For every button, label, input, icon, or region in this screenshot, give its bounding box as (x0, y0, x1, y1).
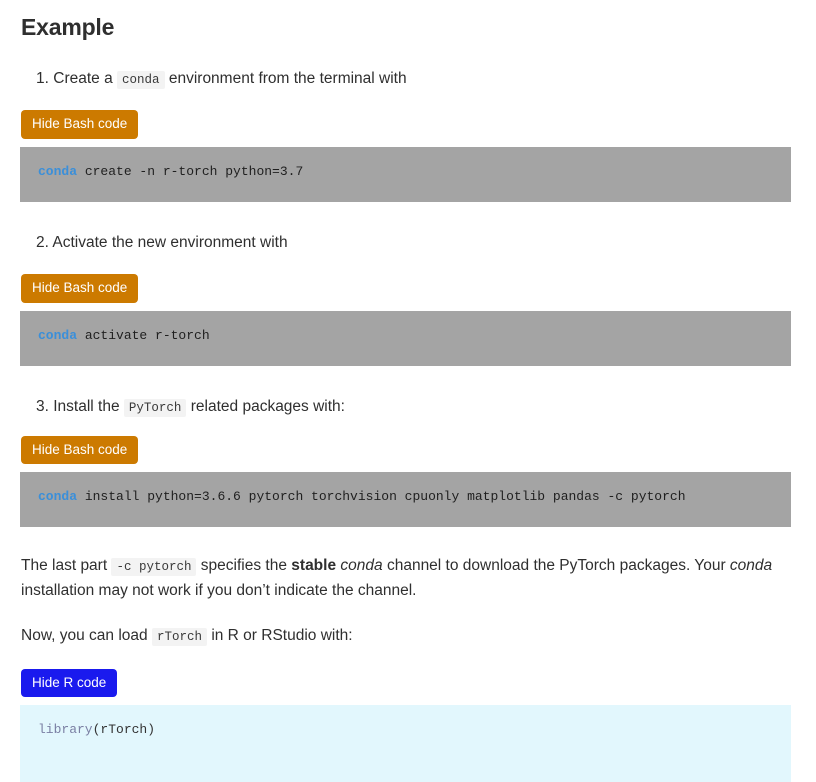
step-3-number: 3. (36, 397, 49, 415)
load-text-1: Now, you can load (21, 627, 148, 645)
step-3-text-before: Install the (53, 397, 120, 415)
bash-code-block-1: conda create -n r-torch python=3.7 (20, 146, 791, 202)
step-1-text: 1. Create a conda environment from the t… (0, 67, 816, 90)
list-item: 1. Create a conda environment from the t… (0, 67, 816, 90)
code-body: install python=3.6.6 pytorch torchvision… (77, 489, 686, 505)
r-code-block: library(rTorch) (20, 705, 791, 782)
hide-bash-code-button-2[interactable]: Hide Bash code (21, 274, 139, 303)
step-2-number: 2. (36, 233, 49, 251)
channel-text-3: channel to download the PyTorch packages… (386, 557, 726, 575)
step-3-text-after: related packages with: (190, 397, 345, 415)
code-keyword: conda (38, 327, 78, 343)
load-inline-code: rTorch (151, 628, 207, 647)
step-3-inline-code: PyTorch (123, 398, 187, 417)
step-1-inline-code: conda (117, 71, 165, 89)
bash-code-block-3: conda install python=3.6.6 pytorch torch… (20, 472, 791, 528)
code-keyword: conda (38, 163, 78, 179)
step-1-number: 1. (36, 70, 49, 87)
step-3-text: 3. Install the PyTorch related packages … (0, 395, 816, 418)
load-text-2: in R or RStudio with: (211, 627, 353, 645)
list-item: 2. Activate the new environment with (0, 231, 816, 254)
code-keyword: conda (38, 489, 78, 505)
document-page: Example 1. Create a conda environment fr… (0, 0, 816, 782)
channel-inline-code: -c pytorch (111, 558, 197, 577)
bash-code-block-2: conda activate r-torch (20, 310, 791, 366)
page-title: Example (21, 14, 115, 40)
channel-italic-conda-2: conda (729, 557, 773, 575)
channel-text-1: The last part (21, 557, 108, 575)
step-1-text-before: Create a (53, 70, 113, 87)
code-body: create -n r-torch python=3.7 (77, 163, 304, 179)
load-paragraph: Now, you can load rTorch in R or RStudio… (0, 623, 816, 648)
code-keyword: library (38, 722, 93, 738)
channel-italic-conda-1: conda (340, 557, 383, 575)
list-item: 3. Install the PyTorch related packages … (0, 395, 816, 418)
code-body: activate r-torch (77, 327, 210, 343)
step-2-text-before: Activate the new environment with (52, 233, 288, 251)
code-body: (rTorch) (92, 722, 156, 738)
hide-bash-code-button-3[interactable]: Hide Bash code (21, 435, 139, 465)
step-2-text: 2. Activate the new environment with (0, 231, 816, 254)
steps-list: 1. Create a conda environment from the t… (0, 67, 816, 528)
step-1-text-after: environment from the terminal with (168, 70, 407, 87)
channel-paragraph: The last part -c pytorch specifies the s… (0, 553, 816, 603)
hide-r-code-button[interactable]: Hide R code (21, 668, 118, 698)
channel-text-2: specifies the (200, 557, 287, 575)
channel-text-4: installation may not work if you don’t i… (21, 582, 417, 600)
channel-bold-stable: stable (291, 557, 337, 575)
hide-bash-code-button-1[interactable]: Hide Bash code (21, 110, 139, 139)
